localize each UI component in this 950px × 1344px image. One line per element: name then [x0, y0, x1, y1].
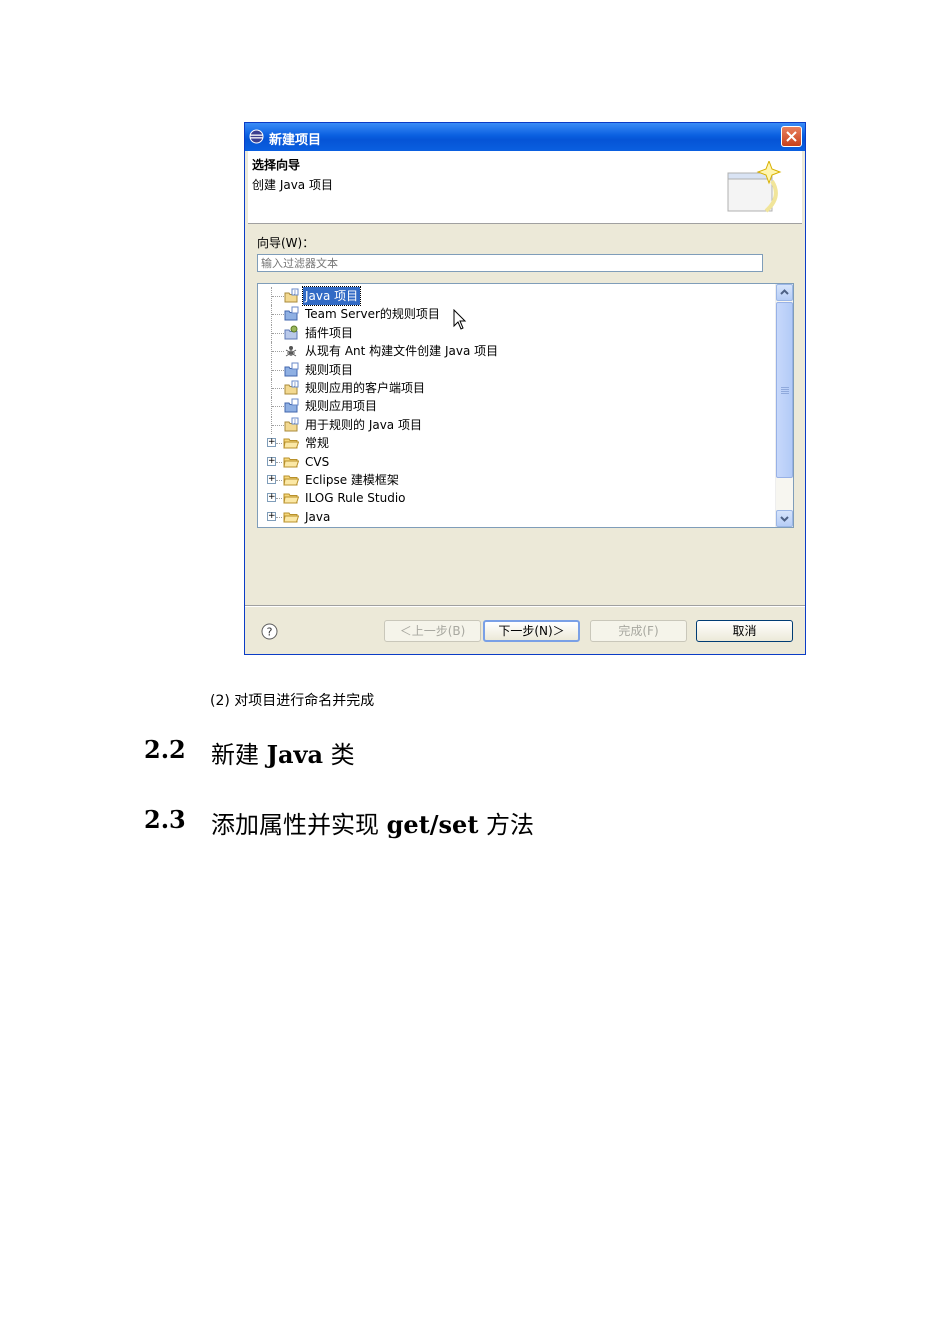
plugin-project-icon [284, 325, 298, 340]
ant-icon [285, 346, 297, 357]
tree-item-label: 插件项目 [305, 325, 354, 340]
folder-icon [283, 457, 299, 468]
java-project-icon: J [284, 288, 299, 303]
new-wizard-icon [727, 161, 782, 213]
folder-icon [283, 493, 299, 504]
expand-icon[interactable]: + [267, 511, 276, 521]
client-project-icon: J [284, 380, 299, 395]
tree-item[interactable]: 插件项目 [258, 323, 773, 342]
new-project-dialog: 新建项目 选择向导 创建 Java 项目 向导(W)： J Java 项目Team… [244, 122, 806, 655]
tree-item-label: 规则应用的客户端项目 [305, 381, 426, 395]
svg-text:J: J [293, 290, 295, 296]
svg-text:?: ? [267, 626, 273, 639]
tree-item-label: 规则项目 [305, 362, 354, 377]
banner-title: 选择向导 [252, 158, 301, 172]
chevron-down-icon [780, 516, 789, 522]
scroll-up-button[interactable] [776, 284, 793, 301]
tree-scrollbar[interactable] [775, 284, 793, 527]
button-separator [245, 605, 805, 607]
tree-item[interactable]: Team Server的规则项目 [258, 305, 773, 324]
tree-item-label: CVS [305, 454, 330, 469]
banner-description: 创建 Java 项目 [252, 178, 333, 192]
next-button[interactable]: 下一步(N)＞ [483, 620, 580, 642]
svg-text:J: J [293, 382, 295, 388]
section-title: 添加属性并实现 get/set 方法 [211, 810, 535, 839]
expand-icon[interactable]: + [267, 456, 276, 466]
folder-icon [283, 512, 299, 523]
scroll-thumb[interactable] [776, 302, 793, 478]
tree-item-label: 规则应用项目 [305, 399, 378, 414]
tree-item-label: Team Server的规则项目 [305, 307, 440, 322]
tree-item-label: 用于规则的 Java 项目 [305, 417, 422, 432]
tree-item-label: 从现有 Ant 构建文件创建 Java 项目 [305, 344, 499, 359]
filter-input[interactable] [257, 254, 763, 272]
tree-item[interactable]: + Eclipse 建模框架 [258, 471, 773, 489]
mouse-cursor-icon [453, 309, 467, 330]
scroll-down-button[interactable] [776, 510, 793, 527]
section-number: 2.2 [144, 735, 186, 764]
tree-guide [276, 498, 282, 500]
section-number: 2.3 [144, 805, 186, 834]
expand-icon[interactable]: + [267, 438, 276, 448]
tree-guide [276, 516, 282, 519]
folder-icon [283, 475, 299, 486]
expand-icon[interactable]: + [267, 475, 276, 484]
close-icon [786, 131, 797, 142]
help-icon[interactable]: ? [261, 623, 278, 640]
tree-item-label: Java 项目 [301, 286, 362, 306]
svg-text:J: J [293, 419, 295, 425]
tree-item[interactable]: + CVS [258, 453, 773, 471]
thumb-grip [781, 387, 789, 395]
rule-app-project-icon [284, 398, 299, 413]
rule-project-icon [284, 306, 299, 321]
step-caption: (2) 对项目进行命名并完成 [210, 693, 375, 709]
tree-item[interactable]: J Java 项目 [258, 286, 773, 306]
close-button[interactable] [781, 126, 802, 147]
dialog-title: 新建项目 [269, 133, 322, 148]
title-bar[interactable]: 新建项目 [245, 123, 805, 151]
tree-item-label: Eclipse 建模框架 [305, 473, 399, 487]
tree-item-label: 常规 [305, 436, 330, 451]
tree-item[interactable]: J 用于规则的 Java 项目 [258, 415, 773, 434]
eclipse-icon [249, 129, 264, 144]
wizard-tree[interactable]: J Java 项目 Team Server的规则项目 插件项目从现有 Ant 构建文件… [257, 283, 794, 528]
tree-item[interactable]: + 常规 [258, 434, 773, 452]
cancel-button[interactable]: 取消 [696, 620, 793, 642]
section-title: 新建 Java 类 [211, 740, 355, 769]
tree-guide [276, 461, 282, 464]
tree-item[interactable]: 规则应用项目 [258, 397, 773, 416]
finish-button[interactable]: 完成(F) [590, 620, 687, 642]
tree-item[interactable]: 规则项目 [258, 360, 773, 379]
tree-guide [276, 480, 282, 482]
tree-item-label: ILOG Rule Studio [305, 491, 406, 506]
rule-project-icon [284, 362, 299, 377]
folder-icon [283, 438, 299, 449]
wizard-banner: 选择向导 创建 Java 项目 [248, 151, 802, 224]
expand-icon[interactable]: + [267, 493, 276, 503]
chevron-up-icon [780, 289, 789, 295]
tree-item[interactable]: + ILOG Rule Studio [258, 489, 773, 507]
tree-guide [276, 443, 282, 445]
tree-item[interactable]: 从现有 Ant 构建文件创建 Java 项目 [258, 342, 773, 361]
java-rule-project-icon: J [284, 417, 299, 432]
back-button[interactable]: ＜上一步(B) [384, 620, 481, 642]
tree-item[interactable]: + Java [258, 508, 773, 526]
tree-item-label: Java [305, 509, 331, 524]
wizard-label: 向导(W)： [257, 236, 315, 250]
tree-item[interactable]: J 规则应用的客户端项目 [258, 379, 773, 397]
